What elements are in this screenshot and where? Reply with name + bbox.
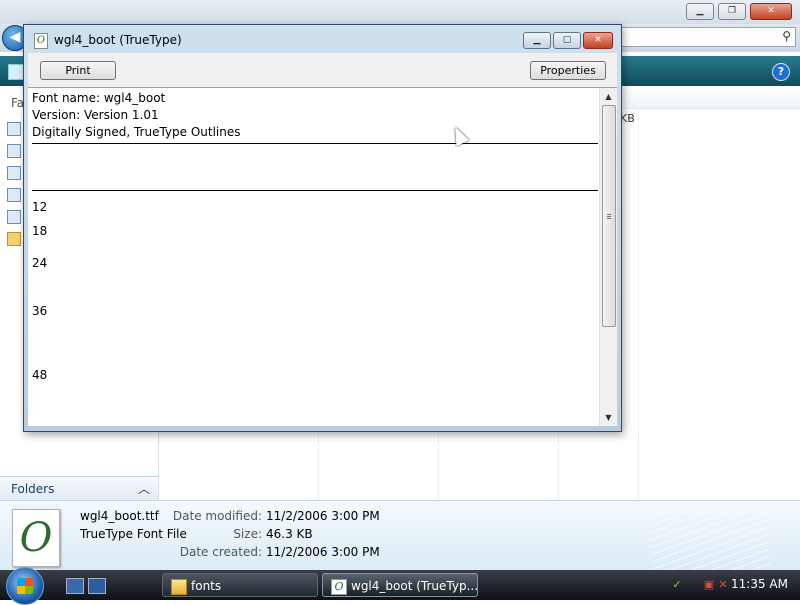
scroll-up-icon[interactable]: ▲: [600, 88, 617, 105]
font-viewer-titlebar[interactable]: O wgl4_boot (TrueType) ▁ ▢ ✕: [24, 25, 621, 52]
font-app-icon: O: [34, 33, 48, 49]
taskbar-item-label: wgl4_boot (TrueTyp...: [351, 579, 478, 593]
signed-line: Digitally Signed, TrueType Outlines: [32, 125, 241, 139]
search-input[interactable]: ⚲: [614, 27, 796, 47]
sample-size-12: 12: [32, 200, 48, 214]
font-viewer-toolbar: Print Properties: [28, 53, 617, 87]
documents-icon[interactable]: [7, 122, 21, 136]
taskbar-item-fonts[interactable]: fonts: [162, 573, 318, 597]
start-button[interactable]: [6, 567, 44, 605]
size-label: Size:: [233, 527, 262, 541]
search-icon[interactable]: ⚲: [782, 29, 791, 43]
column-divider: [638, 108, 639, 500]
date-created-value: 11/2/2006 3:00 PM: [266, 545, 380, 559]
sample-size-36: 36: [32, 304, 48, 318]
music-icon[interactable]: [7, 166, 21, 180]
scroll-down-icon[interactable]: ▼: [600, 409, 617, 426]
switch-windows-icon[interactable]: [88, 578, 106, 594]
sample-size-24: 24: [32, 256, 48, 270]
grip-icon: [607, 214, 611, 220]
print-button[interactable]: Print: [40, 61, 116, 80]
taskbar-item-font-viewer[interactable]: O wgl4_boot (TrueTyp...: [322, 573, 478, 597]
size-cell: KB: [620, 112, 635, 125]
volume-muted-icon[interactable]: ✕: [716, 578, 730, 592]
font-viewer-title: wgl4_boot (TrueType): [54, 33, 182, 47]
font-name-line: Font name: wgl4_boot: [32, 91, 166, 105]
taskbar-item-label: fonts: [191, 579, 222, 593]
organize-icon[interactable]: [8, 64, 24, 80]
size-value: 46.3 KB: [266, 527, 313, 541]
clock[interactable]: 11:35 AM: [731, 577, 788, 591]
show-desktop-icon[interactable]: [66, 578, 84, 594]
date-modified-label: Date modified:: [172, 509, 262, 523]
public-folder-icon[interactable]: [7, 232, 21, 246]
taskbar: fonts O wgl4_boot (TrueTyp... ✓ ▣ ✕ 11:3…: [0, 567, 800, 605]
vertical-scrollbar[interactable]: ▲ ▼: [599, 88, 617, 426]
safely-remove-icon[interactable]: ✓: [670, 578, 684, 592]
details-pane: O wgl4_boot.ttf TrueType Font File Date …: [0, 500, 800, 571]
divider-line: [32, 190, 598, 191]
font-file-icon: O: [12, 509, 60, 567]
date-modified-value: 11/2/2006 3:00 PM: [266, 509, 380, 523]
font-preview-area: Font name: wgl4_boot Version: Version 1.…: [28, 87, 617, 426]
font-viewer-window: O wgl4_boot (TrueType) ▁ ▢ ✕ Print Prope…: [23, 24, 622, 432]
scrollbar-thumb[interactable]: [602, 105, 616, 327]
windows-logo-icon: [17, 578, 33, 594]
divider-line: [32, 143, 598, 144]
decorative-swoosh: [650, 511, 770, 571]
pictures-icon[interactable]: [7, 144, 21, 158]
explorer-minimize-button[interactable]: ▁: [686, 3, 714, 20]
chevron-up-icon: ︿: [137, 482, 150, 496]
system-tray: ✓ ▣ ✕ 11:35 AM: [664, 570, 800, 600]
explorer-titlebar: ▁ ❐ ✕: [0, 0, 800, 24]
network-icon[interactable]: ▣: [702, 578, 716, 592]
folder-icon: [171, 579, 187, 595]
searches-icon[interactable]: [7, 210, 21, 224]
font-file-icon: O: [331, 579, 347, 595]
folders-label: Folders: [11, 482, 55, 496]
minimize-button[interactable]: ▁: [523, 32, 551, 49]
version-line: Version: Version 1.01: [32, 108, 159, 122]
close-button[interactable]: ✕: [583, 32, 613, 49]
date-created-label: Date created:: [179, 545, 262, 559]
explorer-close-button[interactable]: ✕: [750, 3, 792, 20]
maximize-button[interactable]: ▢: [553, 32, 581, 49]
sample-size-18: 18: [32, 224, 48, 238]
help-icon[interactable]: ?: [772, 63, 790, 81]
properties-button[interactable]: Properties: [530, 61, 606, 80]
explorer-maximize-button[interactable]: ❐: [718, 3, 746, 20]
folders-toggle[interactable]: Folders ︿: [0, 476, 158, 501]
recently-changed-icon[interactable]: [7, 188, 21, 202]
sample-size-48: 48: [32, 368, 48, 382]
